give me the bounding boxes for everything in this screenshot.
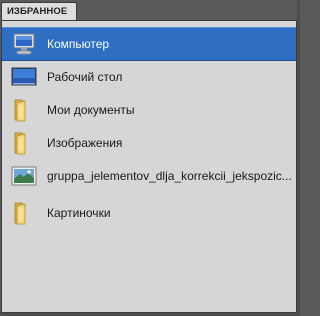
folder-icon bbox=[11, 200, 37, 226]
favorites-item-label: Компьютер bbox=[47, 37, 110, 51]
desktop-icon bbox=[11, 64, 37, 90]
favorites-item-label: Изображения bbox=[47, 136, 123, 150]
favorites-item-desktop[interactable]: Рабочий стол bbox=[2, 60, 296, 94]
folder-icon bbox=[11, 97, 37, 123]
panel-edge-right bbox=[297, 0, 300, 316]
folder-icon bbox=[11, 130, 37, 156]
favorites-item-images[interactable]: Изображения bbox=[2, 126, 296, 160]
favorites-item-image-file[interactable]: gruppa_jelementov_dlja_korrekcii_jekspoz… bbox=[2, 159, 296, 193]
favorites-item-label: Рабочий стол bbox=[47, 70, 123, 84]
favorites-panel: ИЗБРАННОЕ Компьютер Рабочий стол Мои док… bbox=[0, 0, 300, 316]
computer-icon bbox=[11, 31, 37, 57]
favorites-item-label: Мои документы bbox=[47, 103, 135, 117]
favorites-item-label: gruppa_jelementov_dlja_korrekcii_jekspoz… bbox=[47, 169, 292, 183]
favorites-item-computer[interactable]: Компьютер bbox=[2, 27, 296, 61]
favorites-item-label: Картиночки bbox=[47, 206, 111, 220]
favorites-item-my-documents[interactable]: Мои документы bbox=[2, 93, 296, 127]
favorites-list: Компьютер Рабочий стол Мои документы Изо… bbox=[1, 20, 297, 313]
image-file-icon bbox=[11, 163, 37, 189]
favorites-item-kartinochki[interactable]: Картиночки bbox=[2, 196, 296, 230]
tab-favorites[interactable]: ИЗБРАННОЕ bbox=[1, 2, 77, 21]
